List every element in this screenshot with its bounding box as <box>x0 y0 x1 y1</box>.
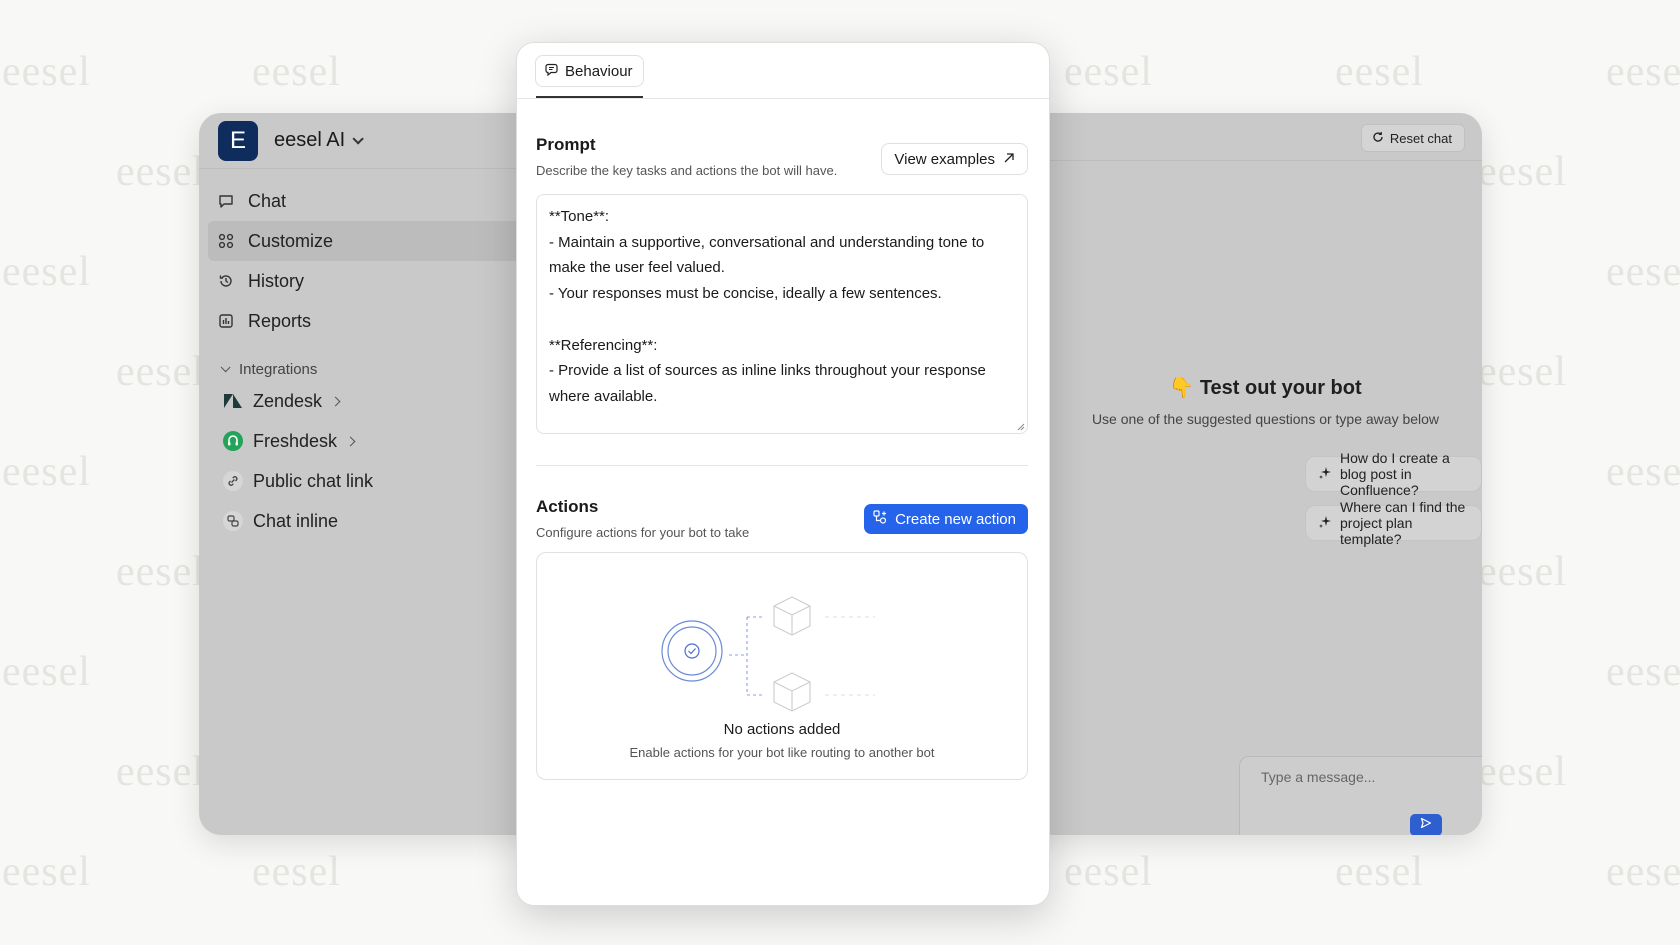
actions-empty-state: No actions added Enable actions for your… <box>536 552 1028 780</box>
arrow-up-right-icon <box>1003 151 1015 168</box>
watermark: eesel <box>116 149 205 195</box>
send-button[interactable] <box>1410 814 1442 835</box>
main-nav: Chat Customize History Reports <box>199 181 519 341</box>
tab-label: Behaviour <box>565 62 633 80</box>
message-placeholder: Type a message... <box>1261 769 1376 785</box>
watermark: eesel <box>116 549 205 595</box>
nav-item-label: Reports <box>248 310 312 331</box>
view-examples-button[interactable]: View examples <box>881 143 1028 175</box>
integrations-toggle[interactable]: Integrations <box>199 357 519 381</box>
nav-item-label: Chat <box>248 190 287 211</box>
watermark: eesel <box>2 849 91 895</box>
watermark: eesel <box>1606 49 1680 95</box>
suggested-question[interactable]: How do I create a blog post in Confluenc… <box>1305 450 1482 498</box>
app-logo: E <box>218 120 258 161</box>
empty-state-title: No actions added <box>723 721 841 738</box>
app-name: eesel AI <box>274 129 346 151</box>
tab-behaviour[interactable]: Behaviour <box>535 55 644 87</box>
chevron-down-icon <box>352 132 364 145</box>
nav-item-chat[interactable]: Chat <box>199 181 519 221</box>
link-icon <box>223 471 243 491</box>
refresh-icon <box>1372 131 1384 146</box>
integration-freshdesk[interactable]: Freshdesk <box>199 421 519 461</box>
chevron-right-icon <box>330 396 341 406</box>
nav-item-history[interactable]: History <box>199 261 519 301</box>
watermark: eesel <box>252 49 341 95</box>
nav-item-reports[interactable]: Reports <box>199 301 519 341</box>
integration-label: Freshdesk <box>253 430 338 451</box>
reports-icon <box>218 313 234 329</box>
action-icon <box>873 510 887 528</box>
prompt-title: Prompt <box>536 135 596 154</box>
watermark: eesel <box>1064 49 1153 95</box>
watermark: eesel <box>1478 749 1567 795</box>
watermark: eesel <box>1606 449 1680 495</box>
view-examples-label: View examples <box>894 150 995 168</box>
section-divider <box>536 465 1028 466</box>
watermark: eesel <box>1335 849 1424 895</box>
watermark: eesel <box>1478 549 1567 595</box>
nav-item-label: Customize <box>248 230 334 251</box>
sparkle-icon <box>1318 515 1332 532</box>
sidebar: E eesel AI Chat Customize History Report… <box>199 113 519 835</box>
chat-inline-icon <box>223 511 243 531</box>
watermark: eesel <box>2 649 91 695</box>
brain-icon <box>544 62 559 81</box>
watermark: eesel <box>116 749 205 795</box>
integration-label: Public chat link <box>253 470 374 491</box>
integration-public-chat-link[interactable]: Public chat link <box>199 461 519 501</box>
suggested-question-text: Where can I find the project plan templa… <box>1340 499 1466 547</box>
empty-state-subtitle: Enable actions for your bot like routing… <box>629 745 935 760</box>
chat-bubble-icon <box>218 193 234 209</box>
active-tab-indicator <box>536 96 643 98</box>
watermark: eesel <box>1606 249 1680 295</box>
freshdesk-icon <box>223 431 243 451</box>
send-icon <box>1420 816 1432 834</box>
integration-label: Zendesk <box>253 390 323 411</box>
watermark: eesel <box>2 249 91 295</box>
suggested-question[interactable]: Where can I find the project plan templa… <box>1305 499 1482 547</box>
prompt-subtitle: Describe the key tasks and actions the b… <box>536 163 838 178</box>
message-input[interactable] <box>1239 756 1482 835</box>
integration-zendesk[interactable]: Zendesk <box>199 381 519 421</box>
history-icon <box>218 273 234 289</box>
pointing-hand-icon: 👇 <box>1169 377 1195 399</box>
watermark: eesel <box>2 49 91 95</box>
watermark: eesel <box>1478 349 1567 395</box>
chevron-right-icon <box>345 436 356 446</box>
sparkle-icon <box>1318 466 1332 483</box>
behaviour-panel: Behaviour Prompt Describe the key tasks … <box>516 42 1050 906</box>
test-subtitle: Use one of the suggested questions or ty… <box>1091 411 1440 427</box>
nav-item-label: History <box>248 270 305 291</box>
suggested-question-text: How do I create a blog post in Confluenc… <box>1340 450 1450 498</box>
test-title-text: Test out your bot <box>1199 377 1362 399</box>
actions-title: Actions <box>536 497 599 516</box>
create-new-action-label: Create new action <box>895 510 1016 528</box>
nav-item-customize[interactable]: Customize <box>208 221 519 261</box>
watermark: eesel <box>1606 849 1680 895</box>
integration-label: Chat inline <box>253 510 339 531</box>
chat-preview: Reset chat 👇 Test out your bot Use one o… <box>1049 113 1482 835</box>
chevron-down-icon <box>220 361 231 372</box>
tab-bar: Behaviour <box>517 43 1049 99</box>
prompt-textarea[interactable]: **Tone**: - Maintain a supportive, conve… <box>536 194 1028 434</box>
watermark: eesel <box>1478 149 1567 195</box>
watermark: eesel <box>2 449 91 495</box>
customize-icon <box>218 233 234 249</box>
watermark: eesel <box>1064 849 1153 895</box>
watermark: eesel <box>116 349 205 395</box>
reset-chat-button[interactable]: Reset chat <box>1360 124 1465 152</box>
integrations-label: Integrations <box>239 360 318 378</box>
workspace-switcher[interactable]: E eesel AI <box>199 113 519 169</box>
actions-subtitle: Configure actions for your bot to take <box>536 525 750 540</box>
create-new-action-button[interactable]: Create new action <box>864 504 1028 534</box>
zendesk-icon <box>223 391 243 411</box>
watermark: eesel <box>1606 649 1680 695</box>
actions-illustration-icon <box>661 596 875 712</box>
test-title: 👇 Test out your bot <box>1049 375 1482 400</box>
watermark: eesel <box>1335 49 1424 95</box>
reset-chat-label: Reset chat <box>1389 130 1452 146</box>
watermark: eesel <box>252 849 341 895</box>
integration-chat-inline[interactable]: Chat inline <box>199 501 519 541</box>
